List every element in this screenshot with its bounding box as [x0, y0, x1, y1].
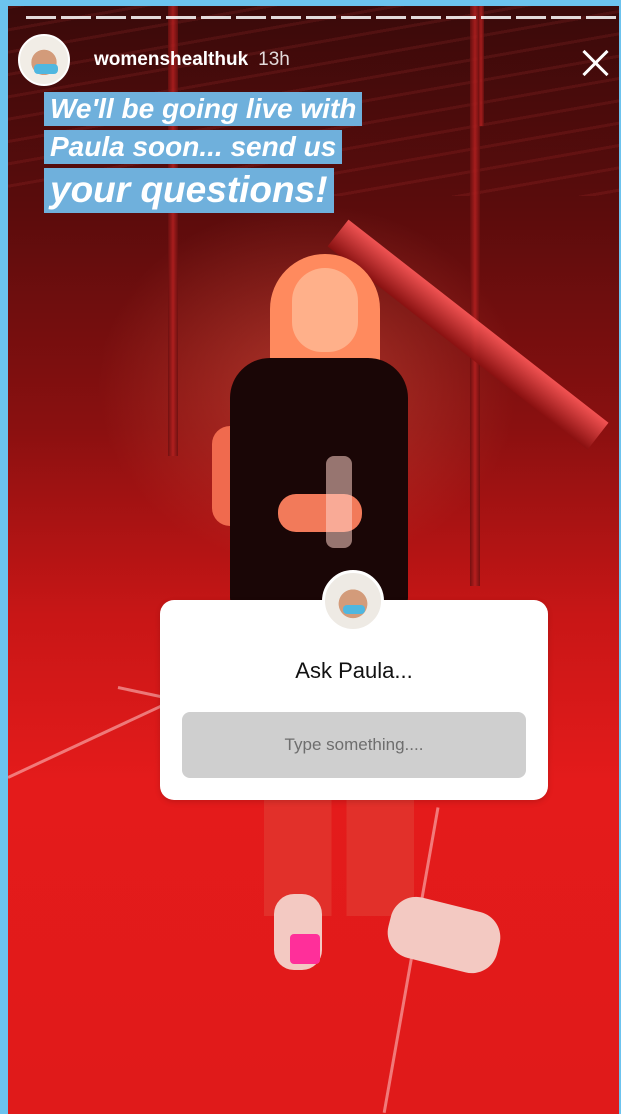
sticker-avatar	[322, 570, 384, 632]
caption-line: your questions!	[44, 168, 334, 213]
question-input[interactable]	[182, 712, 526, 778]
profile-avatar[interactable]	[18, 34, 70, 86]
water-bottle	[326, 456, 352, 548]
caption-line: We'll be going live with	[44, 92, 363, 127]
caption-line: Paula soon... send us	[44, 130, 343, 165]
story-header: womenshealthuk 13h	[18, 32, 290, 88]
timestamp: 13h	[258, 49, 290, 70]
floor-line	[8, 700, 172, 779]
close-icon[interactable]	[578, 44, 614, 80]
story-caption: We'll be going live with Paula soon... s…	[44, 92, 363, 217]
username[interactable]: womenshealthuk	[94, 49, 248, 71]
background-pillar	[478, 6, 484, 126]
question-prompt: Ask Paula...	[295, 658, 413, 683]
story-progress-bar	[26, 16, 616, 19]
